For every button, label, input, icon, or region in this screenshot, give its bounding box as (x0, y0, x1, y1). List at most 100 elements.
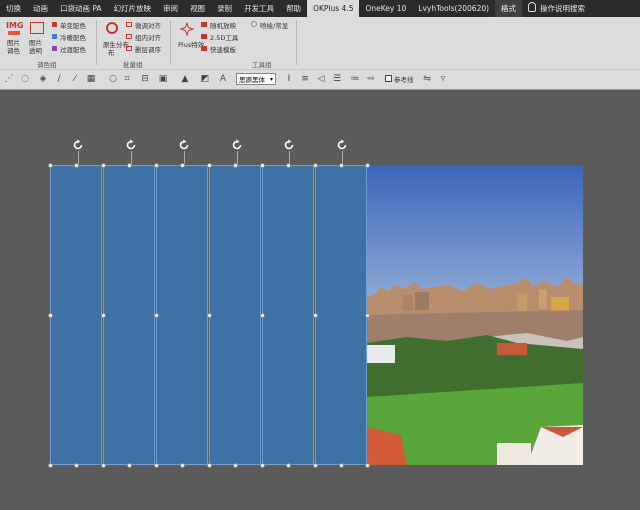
resize-handle[interactable] (233, 163, 238, 168)
resize-handle[interactable] (365, 163, 370, 168)
text-align-icon[interactable]: ≡ (300, 74, 310, 84)
resize-handle[interactable] (127, 463, 132, 468)
quick-template-button[interactable]: 快速模板 (210, 44, 236, 54)
rotate-handle-icon[interactable] (125, 139, 137, 151)
tab-record[interactable]: 录制 (211, 0, 238, 17)
text-bold-icon[interactable]: Ⅰ (284, 74, 294, 84)
resize-handle[interactable] (48, 463, 53, 468)
bullets-icon[interactable]: ☰ (332, 74, 342, 84)
resize-handle[interactable] (101, 463, 106, 468)
resize-handle[interactable] (313, 163, 318, 168)
img-color-button[interactable]: 图片 调色 (7, 39, 20, 55)
tab-slideshow[interactable]: 幻灯片放映 (108, 0, 158, 17)
tab-animations[interactable]: 动画 (27, 0, 54, 17)
audio-icon[interactable]: ◁ (316, 74, 326, 84)
single-color-icon (52, 22, 57, 27)
shape-fill-icon[interactable]: ◩ (200, 74, 210, 84)
rotate-handle-icon[interactable] (283, 139, 295, 151)
resize-handle[interactable] (74, 163, 79, 168)
resize-handle[interactable] (233, 463, 238, 468)
resize-handle[interactable] (260, 163, 265, 168)
tab-review[interactable]: 审阅 (157, 0, 184, 17)
random-order-button[interactable]: 随机放映 (210, 20, 236, 30)
arrange-icon[interactable]: ▦ (86, 74, 96, 84)
tools-25d-button[interactable]: 2.5D工具 (210, 32, 238, 42)
tab-view[interactable]: 视图 (184, 0, 211, 17)
gradient-color-button[interactable]: 过渡配色 (60, 44, 86, 54)
brush-icon[interactable]: ⁄ (70, 74, 80, 84)
rotate-handle-icon[interactable] (231, 139, 243, 151)
slide-picture[interactable] (367, 165, 583, 465)
resize-handle[interactable] (260, 313, 265, 318)
fill-bucket-icon[interactable]: ◈ (38, 74, 48, 84)
cold-warm-icon (52, 34, 57, 39)
tell-me-search[interactable]: 操作说明搜索 (522, 0, 591, 17)
list-icon[interactable]: ≔ (350, 74, 360, 84)
tab-onekey[interactable]: OneKey 10 (359, 0, 412, 17)
shape-strip[interactable] (262, 165, 314, 465)
resize-handle[interactable] (154, 163, 159, 168)
img-transparent-button[interactable]: 图片 透明 (29, 39, 42, 55)
resize-handle[interactable] (48, 313, 53, 318)
resize-handle[interactable] (365, 313, 370, 318)
tab-transitions[interactable]: 切换 (0, 0, 27, 17)
group-align-button[interactable]: 组内对齐 (135, 32, 161, 42)
delete-swap-button[interactable]: 删层调序 (135, 44, 161, 54)
resize-handle[interactable] (286, 463, 291, 468)
reference-line-checkbox[interactable] (385, 75, 392, 82)
font-color-icon[interactable]: A (218, 74, 228, 84)
send-icon[interactable]: ⇨ (366, 74, 376, 84)
fine-align-button[interactable]: 微调对齐 (135, 20, 161, 30)
resize-handle[interactable] (101, 313, 106, 318)
edit-points-icon[interactable]: ⋰ (4, 74, 14, 84)
resize-handle[interactable] (74, 463, 79, 468)
resize-handle[interactable] (154, 463, 159, 468)
resize-handle[interactable] (101, 163, 106, 168)
shape-strip[interactable] (209, 165, 261, 465)
picture-icon[interactable]: ▣ (158, 74, 168, 84)
crop-icon[interactable]: ⌗ (122, 74, 132, 84)
shape-strip[interactable] (50, 165, 102, 465)
resize-handle[interactable] (180, 463, 185, 468)
resize-handle[interactable] (313, 313, 318, 318)
shape-outline-icon[interactable]: ◌ (20, 74, 30, 84)
resize-handle[interactable] (207, 313, 212, 318)
tab-developer[interactable]: 开发工具 (238, 0, 280, 17)
color-bar-icon (8, 31, 20, 35)
resize-handle[interactable] (260, 463, 265, 468)
resize-handle[interactable] (207, 463, 212, 468)
resize-handle[interactable] (339, 163, 344, 168)
resize-handle[interactable] (286, 163, 291, 168)
font-select[interactable]: 思源黑体 ▾ (236, 73, 276, 85)
rotate-handle-icon[interactable] (336, 139, 348, 151)
resize-handle[interactable] (127, 163, 132, 168)
resize-handle[interactable] (365, 463, 370, 468)
tab-pocket-animation[interactable]: 口袋动画 PA (54, 0, 108, 17)
resize-handle[interactable] (339, 463, 344, 468)
shape-strip[interactable] (315, 165, 367, 465)
spray-usual-button[interactable]: 喷绘/常显 (260, 20, 288, 30)
img-logo-icon: IMG (6, 21, 24, 30)
resize-handle[interactable] (154, 313, 159, 318)
tab-help[interactable]: 帮助 (280, 0, 307, 17)
resize-handle[interactable] (313, 463, 318, 468)
shape-strip[interactable] (156, 165, 208, 465)
tab-format[interactable]: 格式 (495, 0, 523, 17)
format-painter-icon[interactable]: ∕ (54, 74, 64, 84)
quick-toolbar: ⋰ ◌ ◈ ∕ ⁄ ▦ ○ ⌗ ⊟ ▣ ▲ ◩ A 思源黑体 ▾ Ⅰ ≡ ◁ ☰ … (0, 69, 640, 90)
rotate-handle-icon[interactable] (72, 139, 84, 151)
tab-okplus[interactable]: OKPlus 4.5 (307, 0, 360, 17)
shape-strip[interactable] (103, 165, 155, 465)
rotate-handle-icon[interactable] (178, 139, 190, 151)
resize-handle[interactable] (207, 163, 212, 168)
link-icon[interactable]: ⇋ (422, 74, 432, 84)
tab-lvyhtools[interactable]: LvyhTools(200620) (412, 0, 495, 17)
resize-handle[interactable] (180, 163, 185, 168)
image-adjust-icon[interactable]: ▲ (180, 74, 190, 84)
circle-icon[interactable]: ○ (108, 74, 118, 84)
resize-handle[interactable] (48, 163, 53, 168)
align-icon[interactable]: ⊟ (140, 74, 150, 84)
single-color-button[interactable]: 单变配色 (60, 20, 86, 30)
cold-color-button[interactable]: 冷暖配色 (60, 32, 86, 42)
dropdown-icon[interactable]: ▿ (438, 74, 448, 84)
